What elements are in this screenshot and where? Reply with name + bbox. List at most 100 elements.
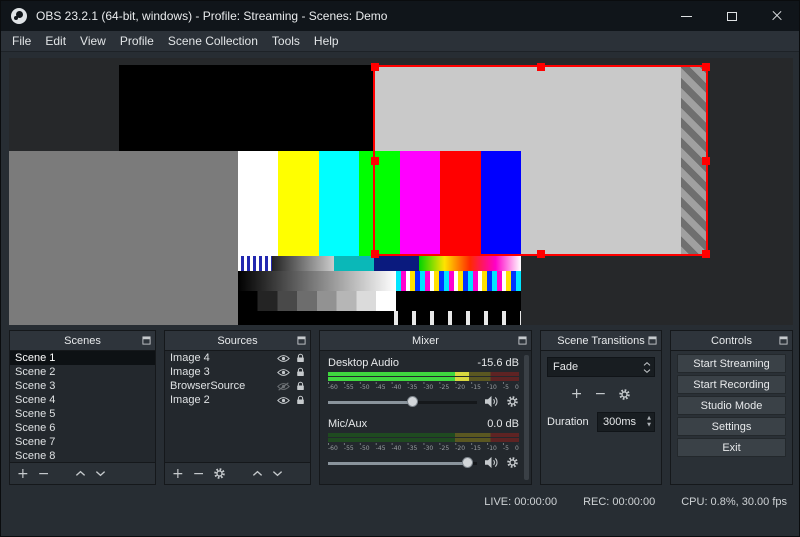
preview-source-gray[interactable]: [9, 151, 238, 325]
spinbox-arrows[interactable]: ▲ ▼: [647, 415, 651, 429]
source-properties-button[interactable]: [213, 467, 226, 480]
source-item[interactable]: BrowserSource: [165, 379, 310, 393]
db-tick-label: -50: [360, 445, 370, 452]
source-item[interactable]: Image 3: [165, 365, 310, 379]
scene-item[interactable]: Scene 5: [10, 407, 155, 421]
status-bar: LIVE: 00:00:00 REC: 00:00:00 CPU: 0.8%, …: [1, 490, 799, 514]
sources-panel-header[interactable]: Sources: [165, 331, 310, 351]
remove-source-button[interactable]: −: [193, 467, 205, 481]
move-source-up-button[interactable]: [252, 470, 263, 477]
lock-icon[interactable]: [296, 367, 305, 377]
lock-icon[interactable]: [296, 381, 305, 391]
scene-item[interactable]: Scene 8: [10, 449, 155, 462]
visibility-icon[interactable]: [277, 368, 290, 377]
handle-bottom-right[interactable]: [702, 250, 710, 258]
visibility-off-icon[interactable]: [277, 382, 290, 391]
controls-panel-header[interactable]: Controls: [671, 331, 792, 351]
transition-selected-value: Fade: [553, 361, 578, 373]
volume-slider[interactable]: [328, 393, 477, 411]
handle-top-center[interactable]: [537, 63, 545, 71]
selection-rectangle[interactable]: [373, 65, 708, 256]
volume-slider-knob[interactable]: [407, 396, 418, 407]
db-tick-label: -15: [471, 445, 481, 452]
preview-canvas[interactable]: [9, 58, 793, 325]
menu-help[interactable]: Help: [307, 31, 346, 51]
menu-view[interactable]: View: [73, 31, 113, 51]
scenes-panel-header[interactable]: Scenes: [10, 331, 155, 351]
volume-slider-knob[interactable]: [462, 457, 473, 468]
volume-slider[interactable]: [328, 454, 477, 472]
exit-button[interactable]: Exit: [677, 438, 786, 457]
start-recording-button[interactable]: Start Recording: [677, 375, 786, 394]
transitions-panel-header[interactable]: Scene Transitions: [541, 331, 661, 351]
add-transition-button[interactable]: +: [571, 387, 583, 401]
studio-mode-button[interactable]: Studio Mode: [677, 396, 786, 415]
scene-item[interactable]: Scene 4: [10, 393, 155, 407]
lock-icon[interactable]: [296, 395, 305, 405]
db-tick-label: -60: [328, 445, 338, 452]
maximize-button[interactable]: [709, 1, 754, 31]
handle-top-right[interactable]: [702, 63, 710, 71]
scenes-toolbar: + −: [10, 462, 155, 484]
move-scene-down-button[interactable]: [95, 470, 106, 477]
close-button[interactable]: [754, 1, 799, 31]
db-tick-label: -45: [376, 445, 386, 452]
minimize-button[interactable]: [664, 1, 709, 31]
settings-button[interactable]: Settings: [677, 417, 786, 436]
dock-icon[interactable]: [518, 336, 527, 345]
scene-item[interactable]: Scene 2: [10, 365, 155, 379]
dock-icon[interactable]: [648, 336, 657, 345]
channel-name: Mic/Aux: [328, 418, 367, 432]
lock-icon[interactable]: [296, 353, 305, 363]
gear-icon[interactable]: [506, 456, 519, 469]
mixer-panel-header[interactable]: Mixer: [320, 331, 531, 351]
close-icon: [771, 10, 783, 22]
transition-select[interactable]: Fade: [547, 357, 655, 377]
db-tick-label: -5: [503, 384, 509, 391]
duration-spinbox[interactable]: 300ms ▲ ▼: [597, 412, 655, 432]
db-tick-label: -20: [455, 384, 465, 391]
scene-item[interactable]: Scene 1: [10, 351, 155, 365]
dock-icon[interactable]: [779, 336, 788, 345]
testcard-row2: [238, 256, 521, 271]
scene-item[interactable]: Scene 3: [10, 379, 155, 393]
dock-icon[interactable]: [297, 336, 306, 345]
controls-panel: Controls Start Streaming Start Recording…: [670, 330, 793, 485]
handle-bottom-left[interactable]: [371, 250, 379, 258]
title-bar: OBS 23.2.1 (64-bit, windows) - Profile: …: [1, 1, 799, 31]
dock-icon[interactable]: [142, 336, 151, 345]
visibility-icon[interactable]: [277, 354, 290, 363]
mixer-panel-title: Mixer: [412, 335, 439, 347]
add-scene-button[interactable]: +: [17, 467, 29, 481]
handle-top-left[interactable]: [371, 63, 379, 71]
visibility-icon[interactable]: [277, 396, 290, 405]
handle-mid-left[interactable]: [371, 157, 379, 165]
menu-scene-collection[interactable]: Scene Collection: [161, 31, 265, 51]
handle-mid-right[interactable]: [702, 157, 710, 165]
scene-item[interactable]: Scene 7: [10, 435, 155, 449]
mixer-panel: Mixer Desktop Audio -15.6 dB -60-55-50-4…: [319, 330, 532, 485]
add-source-button[interactable]: +: [172, 467, 184, 481]
scene-item[interactable]: Scene 6: [10, 421, 155, 435]
start-streaming-button[interactable]: Start Streaming: [677, 354, 786, 373]
db-tick-label: -55: [344, 384, 354, 391]
move-source-down-button[interactable]: [272, 470, 283, 477]
handle-bottom-center[interactable]: [537, 250, 545, 258]
menu-tools[interactable]: Tools: [265, 31, 307, 51]
remove-scene-button[interactable]: −: [38, 467, 50, 481]
transition-properties-button[interactable]: [618, 388, 631, 401]
source-label: Image 4: [170, 352, 277, 364]
move-scene-up-button[interactable]: [75, 470, 86, 477]
menu-profile[interactable]: Profile: [113, 31, 161, 51]
source-item[interactable]: Image 2: [165, 393, 310, 407]
menu-edit[interactable]: Edit: [38, 31, 73, 51]
remove-transition-button[interactable]: −: [595, 387, 607, 401]
menu-file[interactable]: File: [5, 31, 38, 51]
speaker-icon[interactable]: [484, 395, 499, 408]
source-item[interactable]: Image 4: [165, 351, 310, 365]
volume-meter: [328, 377, 519, 381]
gear-icon[interactable]: [506, 395, 519, 408]
preview-source-black[interactable]: [119, 65, 373, 153]
mixer-scrollbar[interactable]: [524, 355, 529, 480]
speaker-icon[interactable]: [484, 456, 499, 469]
